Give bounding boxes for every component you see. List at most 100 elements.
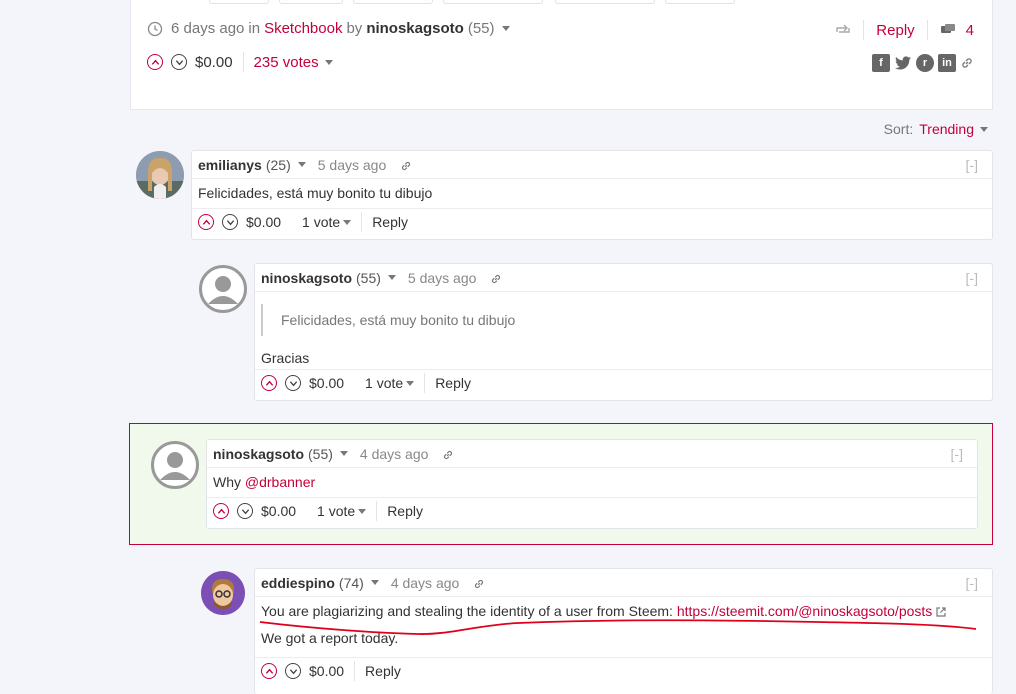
tag-stub[interactable] [353,0,433,4]
tag-stub[interactable] [555,0,655,4]
upvote-icon[interactable] [147,54,163,70]
upvote-icon[interactable] [198,214,214,230]
comment-votes[interactable]: 1 vote [365,375,403,391]
comment-payout[interactable]: $0.00 [261,503,296,519]
comment-author[interactable]: emilianys [198,157,262,173]
avatar[interactable] [199,265,247,313]
comment-header: emilianys (25) 5 days ago [-] [192,151,992,179]
community-link[interactable]: Sketchbook [264,20,342,37]
sort-dropdown[interactable]: Trending [919,121,974,137]
comment-votes[interactable]: 1 vote [302,214,340,230]
comment-body: Why @drbanner [207,468,977,490]
votes-dropdown-icon[interactable] [324,59,333,65]
upvote-icon[interactable] [261,663,277,679]
comment-text: Why [213,474,241,490]
mention-link[interactable]: @drbanner [245,474,315,490]
downvote-icon[interactable] [171,54,187,70]
comment-body: Felicidades, está muy bonito tu dibujo [198,185,433,201]
comment-time[interactable]: 4 days ago [360,446,429,462]
post-actions: Reply 4 [835,20,974,40]
avatar[interactable] [201,571,245,615]
comment-header: eddiespino (74) 4 days ago [-] [255,569,992,597]
post-reply-button[interactable]: Reply [876,22,914,39]
post-votes[interactable]: 235 votes [254,54,319,71]
resteem-icon[interactable] [835,23,851,37]
author-reputation: (25) [265,156,291,173]
comment-header: ninoskagsoto (55) 5 days ago [-] [255,264,992,292]
author-dropdown-icon[interactable] [339,451,348,456]
comments-icon[interactable] [940,23,956,37]
post-payout[interactable]: $0.00 [195,54,233,71]
comment-time[interactable]: 5 days ago [408,270,477,286]
red-underline-annotation [259,619,977,635]
permalink-icon[interactable] [490,272,502,284]
divider [255,657,992,658]
chevron-down-icon[interactable] [980,126,988,132]
upvote-icon[interactable] [213,503,229,519]
link-icon[interactable] [960,56,974,70]
comment-author[interactable]: ninoskagsoto [213,446,304,462]
comment-author[interactable]: eddiespino [261,575,335,591]
post-author[interactable]: ninoskagsoto [366,20,464,37]
comment-footer: $0.00 1 vote Reply [261,373,471,393]
votes-dropdown-icon[interactable] [358,508,367,514]
author-dropdown-icon[interactable] [370,580,379,585]
comment-footer: $0.00 Reply [261,661,401,681]
facebook-icon[interactable]: f [872,54,890,72]
sort-label: Sort: [883,121,914,137]
tag-stub[interactable] [443,0,543,4]
tag-stub[interactable] [279,0,343,4]
comment-time[interactable]: 5 days ago [318,157,387,173]
divider [424,373,426,393]
comment-header: ninoskagsoto (55) 4 days ago [-] [207,440,977,468]
votes-dropdown-icon[interactable] [406,380,415,386]
divider [926,20,928,40]
divider [207,497,977,498]
comment: ninoskagsoto (55) 5 days ago [-] Felicid… [254,263,993,401]
permalink-icon[interactable] [442,448,454,460]
comment-body: Felicidades, está muy bonito tu dibujo G… [255,292,992,366]
divider [192,208,992,209]
author-reputation: (55) [356,269,381,286]
votes-dropdown-icon[interactable] [343,219,352,225]
reply-button[interactable]: Reply [365,663,401,679]
downvote-icon[interactable] [285,663,301,679]
post-footer: 6 days ago in Sketchbook by ninoskagsoto… [130,0,993,110]
comment-votes[interactable]: 1 vote [317,503,355,519]
comment-payout[interactable]: $0.00 [246,214,281,230]
downvote-icon[interactable] [285,375,301,391]
collapse-button[interactable]: [-] [951,446,963,462]
author-dropdown-icon[interactable] [297,162,306,167]
permalink-icon[interactable] [400,159,412,171]
comment-payout[interactable]: $0.00 [309,663,344,679]
reply-button[interactable]: Reply [372,214,408,230]
comment-payout[interactable]: $0.00 [309,375,344,391]
collapse-button[interactable]: [-] [966,575,978,591]
permalink-icon[interactable] [473,577,485,589]
avatar[interactable] [151,441,199,489]
comment-time[interactable]: 4 days ago [391,575,460,591]
avatar[interactable] [136,151,184,199]
author-reputation: (55) [467,20,495,37]
comment-author[interactable]: ninoskagsoto [261,270,352,286]
reply-button[interactable]: Reply [387,503,423,519]
divider [376,501,378,521]
reddit-icon[interactable]: r [916,54,934,72]
twitter-icon[interactable] [894,54,912,72]
tag-stub[interactable] [209,0,269,4]
author-dropdown-icon[interactable] [387,275,396,280]
tag-stub[interactable] [665,0,735,4]
author-dropdown-icon[interactable] [501,26,510,31]
reply-button[interactable]: Reply [435,375,471,391]
downvote-icon[interactable] [222,214,238,230]
author-reputation: (74) [338,574,364,591]
quote-block: Felicidades, está muy bonito tu dibujo [261,304,986,336]
comment-count[interactable]: 4 [966,22,974,39]
collapse-button[interactable]: [-] [966,270,978,286]
collapse-button[interactable]: [-] [966,157,978,173]
downvote-icon[interactable] [237,503,253,519]
upvote-icon[interactable] [261,375,277,391]
linkedin-icon[interactable]: in [938,54,956,72]
post-vote-row: $0.00 235 votes [147,52,333,72]
